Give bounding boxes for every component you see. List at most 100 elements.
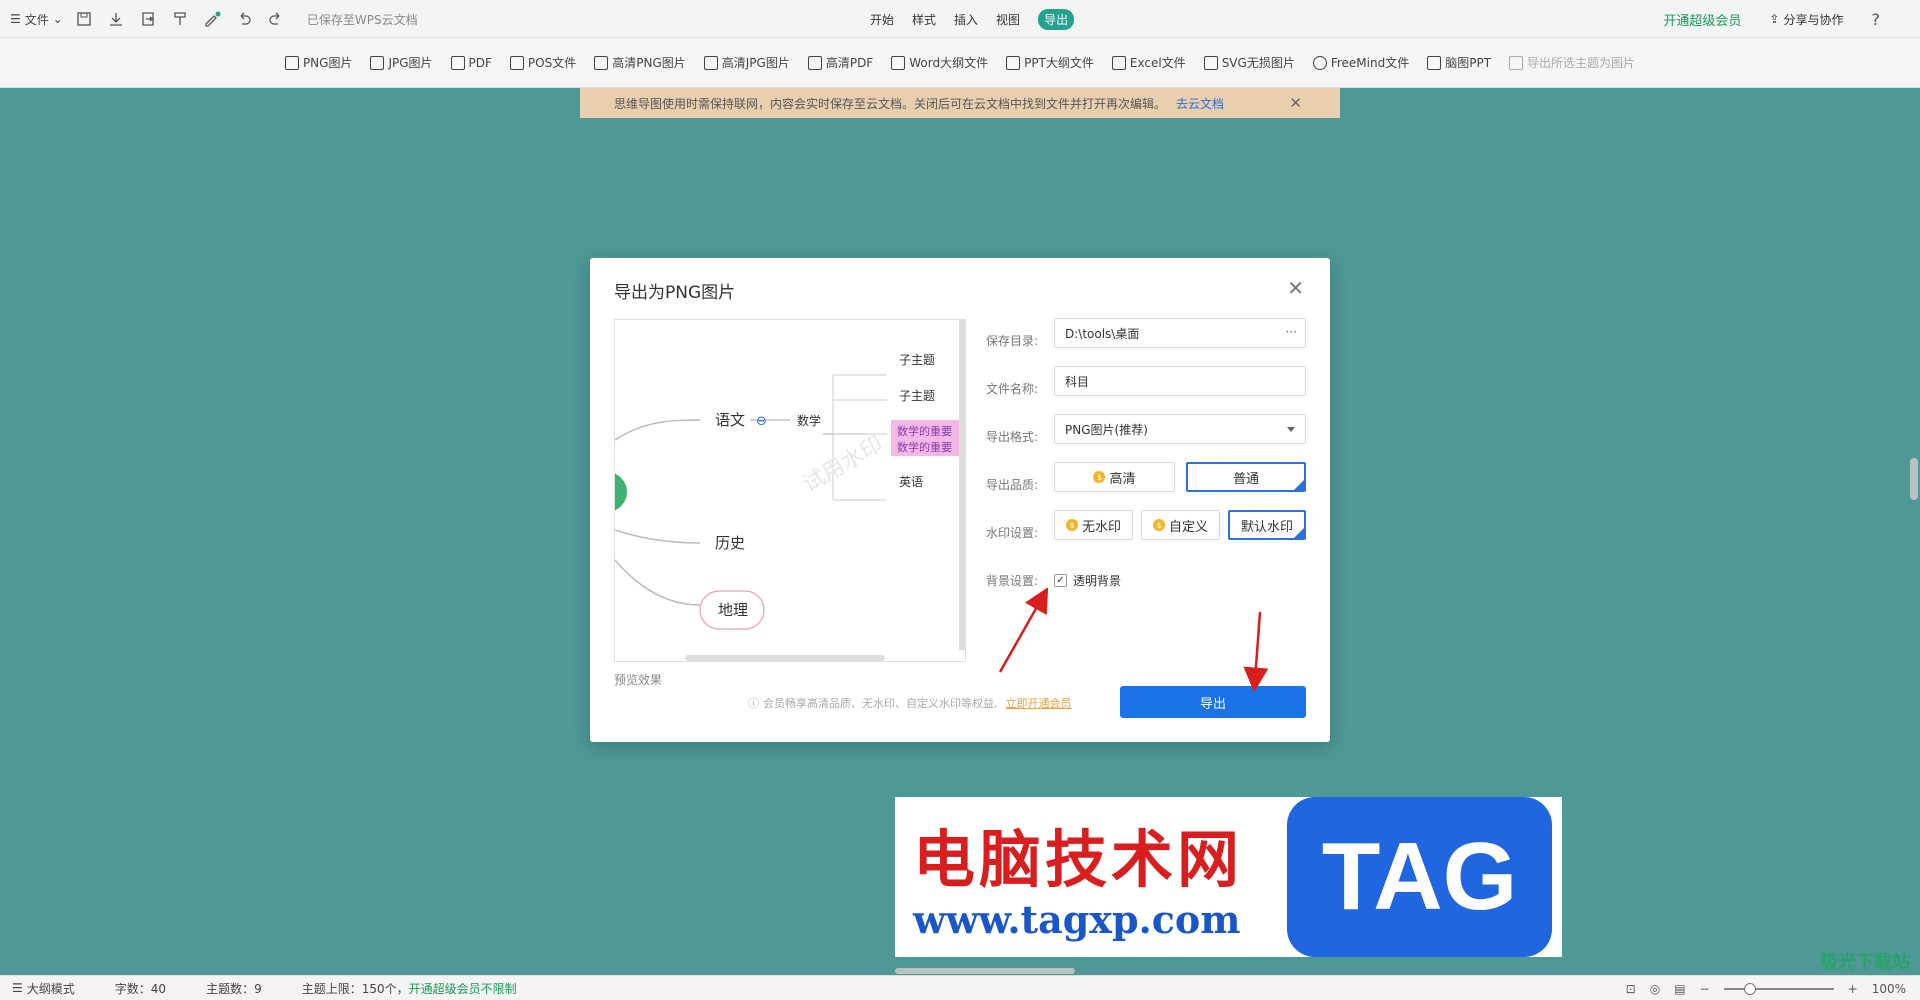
- locate-icon[interactable]: ◎: [1650, 982, 1660, 996]
- export-form: 保存目录: D:\tools\桌面 ··· 文件名称: 科目 导出格式: PNG…: [986, 318, 1306, 606]
- export-word[interactable]: Word大纲文件: [891, 54, 988, 71]
- export-hd-png[interactable]: 高清PNG图片: [594, 54, 686, 71]
- save-dir-value: D:\tools\桌面: [1065, 326, 1140, 341]
- save-icon[interactable]: [73, 8, 95, 30]
- file-menu[interactable]: ☰ 文件 ⌄: [10, 11, 63, 28]
- status-right: ⊡ ◎ ▤ − + 100%: [1626, 976, 1906, 1000]
- banner-tag-logo: TAG: [1287, 797, 1552, 957]
- vip-link[interactable]: 开通超级会员: [1663, 10, 1741, 29]
- zoom-out-icon[interactable]: −: [1700, 982, 1710, 996]
- redo-icon[interactable]: [265, 8, 287, 30]
- close-icon[interactable]: ✕: [1287, 276, 1304, 300]
- canvas-vertical-scrollbar[interactable]: [1910, 458, 1918, 500]
- node-subtopic-1: 子主题: [899, 353, 935, 367]
- export-hd-pdf[interactable]: 高清PDF: [807, 54, 874, 71]
- export-png[interactable]: PNG图片: [284, 54, 353, 71]
- custom-watermark-option[interactable]: $ 自定义: [1141, 510, 1220, 540]
- canvas-horizontal-scrollbar[interactable]: [895, 968, 1075, 974]
- pen-icon[interactable]: [201, 8, 223, 30]
- export-ppt-outline[interactable]: PPT大纲文件: [1006, 54, 1094, 71]
- export-svg[interactable]: SVG无损图片: [1203, 54, 1295, 71]
- banner-url: www.tagxp.com: [913, 897, 1241, 942]
- preview-horizontal-scrollbar[interactable]: [685, 655, 885, 661]
- quality-hd-option[interactable]: $ 高清: [1054, 462, 1175, 492]
- cloud-doc-link[interactable]: 去云文档: [1176, 95, 1224, 112]
- tab-start[interactable]: 开始: [870, 11, 894, 28]
- export-selected-topic-label: 导出所选主题为图片: [1527, 56, 1636, 70]
- zoom-slider-handle[interactable]: [1743, 982, 1756, 995]
- save-status: 已保存至WPS云文档: [306, 12, 418, 27]
- format-value: PNG图片(推荐): [1065, 422, 1148, 437]
- transparent-bg-checkbox[interactable]: ✓ 透明背景: [1054, 572, 1121, 589]
- file-menu-label: 文件: [24, 12, 49, 27]
- filename-row: 文件名称: 科目: [986, 366, 1306, 414]
- export-png-label: PNG图片: [302, 56, 353, 70]
- main-tabs: 开始 样式 插入 视图 导出: [870, 0, 1075, 38]
- no-watermark-option[interactable]: $ 无水印: [1054, 510, 1133, 540]
- zoom-in-icon[interactable]: +: [1848, 982, 1858, 996]
- export-word-label: Word大纲文件: [909, 56, 989, 70]
- transparent-bg-label: 透明背景: [1073, 574, 1122, 588]
- export-hd-pdf-label: 高清PDF: [825, 56, 874, 70]
- export-jpg-label: JPG图片: [388, 56, 433, 70]
- node-geography: 地理: [718, 601, 748, 619]
- quality-normal-option[interactable]: 普通: [1186, 462, 1306, 492]
- quality-label: 导出品质:: [986, 478, 1039, 492]
- tab-insert[interactable]: 插入: [954, 11, 978, 28]
- image-icon: [370, 55, 385, 70]
- format-label: 导出格式:: [986, 430, 1039, 444]
- open-vip-link[interactable]: 立即开通会员: [1006, 695, 1072, 711]
- site-watermark-banner: 电脑技术网 www.tagxp.com TAG: [895, 797, 1562, 957]
- tab-view[interactable]: 视图: [996, 11, 1020, 28]
- mindmap-preview: 试用水印 语文 ⊖ 数学 历史 地理 子主题 子主题 数学的重要 数学的重要 英…: [615, 353, 965, 630]
- export-excel[interactable]: Excel文件: [1111, 54, 1186, 71]
- format-painter-icon[interactable]: [169, 8, 191, 30]
- quality-normal-label: 普通: [1232, 471, 1259, 487]
- map-icon[interactable]: ▤: [1674, 982, 1685, 996]
- format-select[interactable]: PNG图片(推荐): [1054, 414, 1306, 444]
- help-icon[interactable]: ?: [1872, 10, 1881, 29]
- vip-unlimited-link[interactable]: 开通超级会员不限制: [409, 982, 517, 996]
- filename-label: 文件名称:: [986, 382, 1039, 396]
- export-mindmap-ppt-label: 脑图PPT: [1445, 56, 1492, 70]
- word-count: 字数：40: [114, 981, 167, 996]
- preview-vertical-scrollbar[interactable]: [959, 320, 965, 650]
- fit-icon[interactable]: ⊡: [1626, 982, 1636, 996]
- export-png-dialog: 导出为PNG图片 ✕ 试用水印 语文 ⊖ 数学 历史 地理 子主题 子主题 数学…: [590, 258, 1330, 742]
- ppt-icon: [1006, 55, 1021, 70]
- export-pos-label: POS文件: [527, 56, 577, 70]
- export-selected-topic[interactable]: 导出所选主题为图片: [1509, 54, 1635, 71]
- coin-icon: $: [1065, 519, 1078, 531]
- root-node: [615, 473, 627, 511]
- image-icon: [284, 55, 299, 70]
- export-mindmap-ppt[interactable]: 脑图PPT: [1427, 54, 1491, 71]
- undo-icon[interactable]: [233, 8, 255, 30]
- image-icon: [1509, 55, 1524, 70]
- export-jpg[interactable]: JPG图片: [370, 54, 433, 71]
- tab-style[interactable]: 样式: [912, 11, 936, 28]
- download-icon[interactable]: [105, 8, 127, 30]
- browse-icon[interactable]: ···: [1286, 325, 1297, 339]
- default-watermark-option[interactable]: 默认水印: [1228, 510, 1306, 540]
- link-icon: ⊖: [756, 414, 767, 429]
- tab-export[interactable]: 导出: [1038, 8, 1075, 30]
- share-label: 分享与协作: [1783, 12, 1844, 27]
- export-freemind[interactable]: FreeMind文件: [1312, 54, 1409, 71]
- share-button[interactable]: ⇪ 分享与协作: [1769, 11, 1843, 28]
- chevron-down-icon: ⌄: [52, 12, 63, 26]
- outline-mode-button[interactable]: ☰ 大纲模式: [12, 980, 75, 997]
- export-hd-jpg[interactable]: 高清JPG图片: [703, 54, 790, 71]
- save-dir-field[interactable]: D:\tools\桌面 ···: [1054, 318, 1306, 348]
- share-icon: ⇪: [1769, 12, 1780, 26]
- export-file-icon[interactable]: [137, 8, 159, 30]
- ppt-icon: [1427, 55, 1442, 70]
- export-pdf[interactable]: PDF: [450, 55, 492, 70]
- filename-field[interactable]: 科目: [1054, 366, 1306, 396]
- export-button[interactable]: 导出: [1120, 686, 1306, 718]
- export-pos[interactable]: POS文件: [509, 54, 577, 71]
- quality-hd-label: 高清: [1109, 471, 1136, 487]
- zoom-slider[interactable]: [1723, 982, 1834, 995]
- vip-promo: ⓘ 会员畅享高清品质、无水印、自定义水印等权益, 立即开通会员: [748, 695, 1072, 711]
- node-english: 英语: [899, 475, 923, 489]
- close-icon[interactable]: ✕: [1289, 94, 1302, 112]
